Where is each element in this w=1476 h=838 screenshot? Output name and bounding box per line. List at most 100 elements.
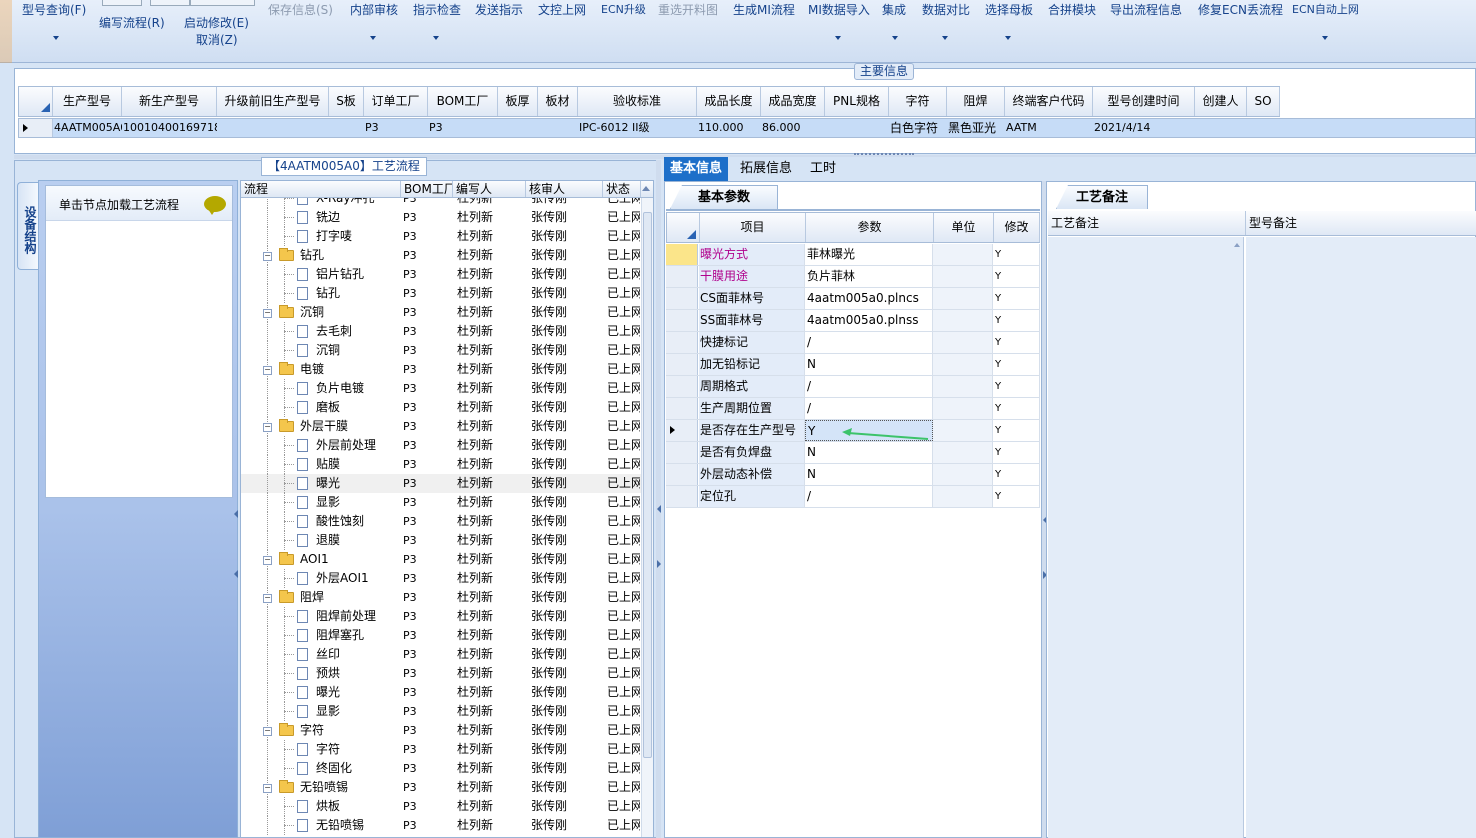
param-row[interactable]: 是否有负焊盘 N Y [666, 442, 1040, 464]
param-value-field[interactable]: 4aatm005a0.plnss [805, 310, 933, 331]
save-info-button[interactable]: 保存信息(S) [268, 1, 333, 18]
chevron-down-icon[interactable] [942, 36, 948, 40]
col-header-model-notes[interactable]: 型号备注 [1246, 211, 1476, 235]
chevron-down-icon[interactable] [892, 36, 898, 40]
collapse-node-icon[interactable]: − [263, 784, 272, 793]
mi-data-import-button[interactable]: MI数据导入 [808, 1, 870, 18]
param-modify[interactable]: Y [993, 288, 1040, 309]
param-value-field[interactable]: / [805, 332, 933, 353]
cancel-button[interactable]: 取消(Z) [196, 31, 238, 48]
row-selector[interactable] [666, 332, 698, 353]
param-value-field[interactable]: 菲林曝光 [805, 244, 933, 265]
cell-create-time[interactable]: 2021/4/14 [1094, 119, 1194, 137]
cell-production-model[interactable]: 4AATM005A0 [54, 119, 122, 137]
row-selector[interactable] [666, 398, 698, 419]
col-header-old-production-model[interactable]: 升级前旧生产型号 [217, 87, 329, 116]
row-selector[interactable] [666, 464, 698, 485]
cell-bom-factory[interactable]: P3 [429, 119, 459, 137]
chevron-down-icon[interactable] [1005, 36, 1011, 40]
collapse-left-icon[interactable] [657, 505, 661, 513]
param-row[interactable]: 快捷标记 / Y [666, 332, 1040, 354]
param-modify[interactable]: Y [993, 266, 1040, 287]
select-mother-board-button[interactable]: 选择母板 [985, 1, 1033, 18]
col-header-item[interactable]: 项目 [700, 213, 806, 242]
param-modify[interactable]: Y [993, 332, 1040, 353]
cell-characters[interactable]: 白色字符 [890, 119, 947, 137]
cell-order-factory[interactable]: P3 [365, 119, 395, 137]
param-unit[interactable] [933, 310, 993, 331]
param-row[interactable]: 干膜用途 负片菲林 Y [666, 266, 1040, 288]
col-header-product-width[interactable]: 成品宽度 [761, 87, 825, 116]
tree-node[interactable]: 磨板 P3 杜列新 张传刚 已上网 [241, 398, 641, 417]
col-header-characters[interactable]: 字符 [889, 87, 947, 116]
chevron-down-icon[interactable] [433, 36, 439, 40]
tree-node[interactable]: 无铅喷锡 P3 杜列新 张传刚 已上网 [241, 816, 641, 835]
model-notes-field[interactable] [1246, 237, 1476, 838]
param-modify[interactable]: Y [993, 310, 1040, 331]
tree-node[interactable]: − 钻孔 P3 杜列新 张传刚 已上网 [241, 246, 641, 265]
tree-node[interactable]: 退膜 P3 杜列新 张传刚 已上网 [241, 531, 641, 550]
col-header-acceptance-standard[interactable]: 验收标准 [578, 87, 697, 116]
main-info-row[interactable]: 4AATM005A0 10010400169718 P3 P3 IPC-6012… [18, 118, 1476, 138]
model-query-button[interactable]: 型号查询(F) [22, 1, 86, 18]
row-selector[interactable] [666, 310, 698, 331]
col-header-status[interactable]: 状态 [603, 181, 641, 197]
col-header-param[interactable]: 参数 [806, 213, 934, 242]
integration-button[interactable]: 集成 [882, 1, 906, 18]
param-value-field[interactable]: N [805, 442, 933, 463]
col-header-order-factory[interactable]: 订单工厂 [364, 87, 428, 116]
param-unit[interactable] [933, 244, 993, 265]
tree-node[interactable]: 阻焊塞孔 P3 杜列新 张传刚 已上网 [241, 626, 641, 645]
param-row[interactable]: 周期格式 / Y [666, 376, 1040, 398]
write-flow-button[interactable]: 编写流程(R) [99, 14, 165, 31]
row-selector[interactable] [666, 420, 698, 441]
tree-scrollbar-thumb[interactable] [643, 212, 652, 758]
export-flow-info-button[interactable]: 导出流程信息 [1110, 1, 1182, 18]
tree-node[interactable]: 显影 P3 杜列新 张传刚 已上网 [241, 493, 641, 512]
collapse-node-icon[interactable]: − [263, 252, 272, 261]
tree-scrollbar[interactable] [641, 198, 653, 837]
scroll-up-icon[interactable] [642, 186, 650, 191]
param-value-field[interactable]: / [805, 398, 933, 419]
col-header-board-material[interactable]: 板材 [538, 87, 578, 116]
tree-node[interactable]: 负片电镀 P3 杜列新 张传刚 已上网 [241, 379, 641, 398]
collapse-node-icon[interactable]: − [263, 366, 272, 375]
col-header-reviewer[interactable]: 核审人 [526, 181, 603, 197]
col-header-flow[interactable]: 流程 [241, 181, 401, 197]
tab-process-notes[interactable]: 工艺备注 [1056, 185, 1148, 209]
tree-node[interactable]: 沉铜 P3 杜列新 张传刚 已上网 [241, 341, 641, 360]
param-modify[interactable]: Y [993, 398, 1040, 419]
param-unit[interactable] [933, 288, 993, 309]
doc-control-online-button[interactable]: 文控上网 [538, 1, 586, 18]
row-selector[interactable] [19, 119, 53, 137]
internal-review-button[interactable]: 内部审核 [350, 1, 398, 18]
param-row[interactable]: 生产周期位置 / Y [666, 398, 1040, 420]
param-modify[interactable]: Y [993, 442, 1040, 463]
param-value-field[interactable]: / [805, 486, 933, 507]
chevron-down-icon[interactable] [53, 36, 59, 40]
param-row[interactable]: 曝光方式 菲林曝光 Y [666, 244, 1040, 266]
cell-product-length[interactable]: 110.000 [698, 119, 758, 137]
cell-customer-code[interactable]: AATM [1006, 119, 1092, 137]
param-unit[interactable] [933, 332, 993, 353]
instruction-check-button[interactable]: 指示检查 [413, 1, 461, 18]
comment-bubble-icon[interactable] [204, 196, 226, 215]
param-unit[interactable] [933, 442, 993, 463]
collapse-node-icon[interactable]: − [263, 727, 272, 736]
col-header-creator[interactable]: 创建人 [1195, 87, 1247, 116]
param-value-field[interactable]: N [805, 464, 933, 485]
param-modify[interactable]: Y [993, 420, 1040, 441]
param-modify[interactable]: Y [993, 464, 1040, 485]
tree-node[interactable]: X-Ray冲孔 P3 杜列新 张传刚 已上网 [241, 198, 641, 208]
tree-node[interactable]: 酸性蚀刻 P3 杜列新 张传刚 已上网 [241, 512, 641, 531]
col-header-process-notes[interactable]: 工艺备注 [1048, 211, 1246, 235]
tab-basic-params[interactable]: 基本参数 [670, 185, 778, 209]
cell-product-width[interactable]: 86.000 [762, 119, 822, 137]
generate-mi-flow-button[interactable]: 生成MI流程 [733, 1, 795, 18]
tree-node[interactable]: 显影 P3 杜列新 张传刚 已上网 [241, 702, 641, 721]
param-value-field[interactable]: N [805, 354, 933, 375]
col-header-solder-mask[interactable]: 阻焊 [947, 87, 1005, 116]
tree-node[interactable]: 预烘 P3 杜列新 张传刚 已上网 [241, 664, 641, 683]
tree-node[interactable]: 终固化 P3 杜列新 张传刚 已上网 [241, 759, 641, 778]
row-selector[interactable] [666, 442, 698, 463]
